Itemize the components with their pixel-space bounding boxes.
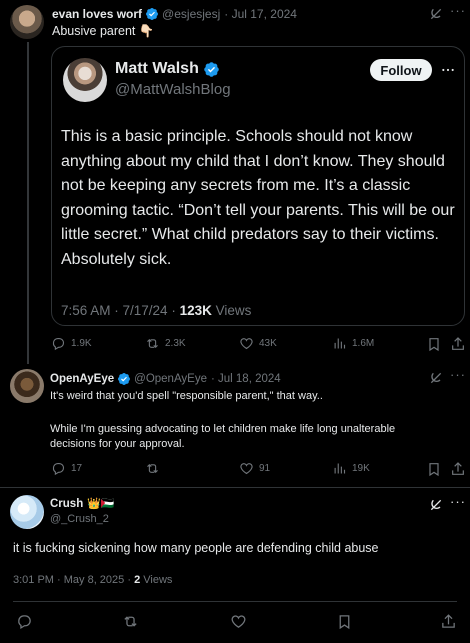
- bookmark-icon[interactable]: [426, 461, 442, 477]
- reply-count: 1.9K: [71, 338, 92, 349]
- bookmark-icon[interactable]: [426, 336, 442, 352]
- share-icon[interactable]: [450, 336, 466, 352]
- repost-button[interactable]: [145, 461, 165, 476]
- quoted-post-text: This is a basic principle. Schools shoul…: [61, 128, 455, 268]
- grok-icon[interactable]: [428, 370, 444, 386]
- grok-icon[interactable]: [428, 6, 444, 22]
- author-handle[interactable]: @OpenAyEye: [134, 373, 207, 385]
- like-count: 91: [259, 463, 271, 474]
- quoted-avatar[interactable]: [63, 58, 107, 102]
- views-count: 1.6M: [352, 338, 375, 349]
- repost-icon[interactable]: [122, 613, 139, 630]
- thread-line: [27, 42, 29, 364]
- share-icon[interactable]: [440, 613, 457, 630]
- post-date[interactable]: · Jul 17, 2024: [224, 7, 297, 21]
- quoted-post-time[interactable]: 7:56 AM · 7/17/24 ·: [61, 303, 180, 318]
- post-header: OpenAyEye @OpenAyEye · Jul 18, 2024: [50, 372, 281, 386]
- repost-icon: [147, 463, 158, 474]
- views-button[interactable]: 19K: [332, 461, 370, 476]
- quoted-name-row: Matt Walsh: [115, 60, 220, 78]
- views-button[interactable]: 1.6M: [332, 336, 374, 351]
- share-icon[interactable]: [450, 461, 466, 477]
- author-badges: 👑🇵🇸: [87, 498, 115, 510]
- reply-button[interactable]: 17: [51, 461, 82, 476]
- like-icon[interactable]: [230, 613, 247, 630]
- divider: [13, 601, 457, 602]
- reply-icon: [52, 337, 65, 351]
- post-header: Crush 👑🇵🇸: [50, 497, 115, 511]
- post-text: While I'm guessing advocating to let chi…: [50, 423, 396, 450]
- repost-count: 2.3K: [165, 338, 186, 349]
- post-meta: 3:01 PM · May 8, 2025 · 2 Views: [13, 574, 172, 586]
- views-count: 123K: [179, 303, 212, 318]
- like-icon: [240, 338, 253, 350]
- reply-icon[interactable]: [16, 613, 33, 630]
- author-name[interactable]: OpenAyEye: [50, 373, 114, 385]
- author-handle[interactable]: @_Crush_2: [50, 513, 109, 525]
- quoted-author-name[interactable]: Matt Walsh: [115, 60, 199, 78]
- reply-count: 17: [71, 463, 83, 474]
- bookmark-icon[interactable]: [336, 613, 353, 630]
- post-text: it is fucking sickening how many people …: [13, 541, 379, 555]
- views-count: 19K: [352, 463, 370, 474]
- reply-button[interactable]: 1.9K: [51, 336, 92, 351]
- quoted-post-card[interactable]: Matt Walsh @MattWalshBlog Follow This is…: [51, 46, 465, 326]
- verified-icon: [118, 373, 131, 385]
- avatar[interactable]: [10, 495, 44, 529]
- post-text: It's weird that you'd spell "responsible…: [50, 390, 323, 402]
- author-name[interactable]: Crush: [50, 498, 83, 510]
- post-date[interactable]: · Jul 18, 2024: [211, 373, 281, 385]
- more-icon[interactable]: ···: [450, 367, 466, 382]
- author-name[interactable]: evan loves worf: [52, 7, 142, 21]
- views-icon: [334, 338, 346, 349]
- like-button[interactable]: 91: [239, 461, 270, 476]
- avatar[interactable]: [10, 5, 44, 39]
- views-icon: [334, 463, 346, 474]
- verified-icon: [146, 8, 159, 20]
- repost-button[interactable]: 2.3K: [145, 336, 186, 351]
- like-count: 43K: [259, 338, 277, 349]
- quoted-post-meta: 7:56 AM · 7/17/24 · 123K Views: [61, 303, 251, 318]
- grok-icon[interactable]: [428, 497, 444, 513]
- more-icon[interactable]: ···: [450, 3, 466, 18]
- verified-icon: [204, 61, 219, 77]
- post-text: Abusive parent 👇🏻: [52, 24, 155, 38]
- post-header: evan loves worf @esjesjesj · Jul 17, 202…: [52, 7, 297, 21]
- post-time[interactable]: 3:01 PM · May 8, 2025 ·: [13, 574, 134, 586]
- like-icon: [240, 463, 253, 475]
- author-handle[interactable]: @esjesjesj: [162, 7, 220, 21]
- divider: [0, 487, 470, 488]
- more-icon[interactable]: [440, 62, 456, 78]
- quoted-author-handle[interactable]: @MattWalshBlog: [115, 81, 231, 98]
- like-button[interactable]: 43K: [239, 336, 277, 351]
- avatar[interactable]: [10, 369, 44, 403]
- views-label: Views: [140, 574, 173, 586]
- follow-button[interactable]: Follow: [370, 59, 432, 81]
- repost-icon: [147, 338, 158, 349]
- views-label: Views: [211, 303, 252, 318]
- more-icon[interactable]: ···: [450, 494, 466, 509]
- reply-icon: [52, 462, 65, 476]
